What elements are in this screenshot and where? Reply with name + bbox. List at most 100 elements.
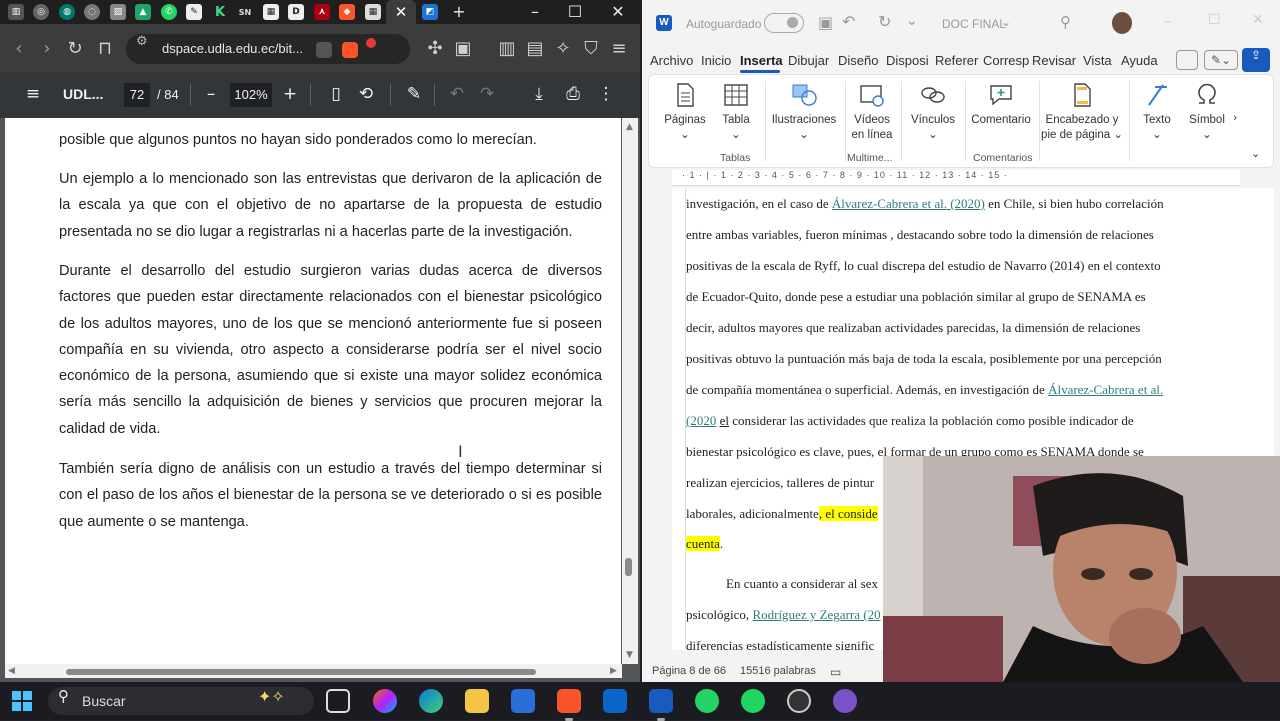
fit-page-icon[interactable]: ▯ xyxy=(325,84,347,104)
edge-icon[interactable] xyxy=(419,689,443,713)
avatar[interactable] xyxy=(1112,12,1132,34)
brave-shields-icon[interactable] xyxy=(342,42,358,58)
tab-archivo[interactable]: Archivo xyxy=(650,53,693,68)
links-button[interactable]: Vínculos ⌄ xyxy=(905,79,961,143)
scroll-right-icon[interactable]: ▶ xyxy=(610,666,617,676)
tab-disposicion[interactable]: Disposi xyxy=(886,53,929,68)
d-tab-icon[interactable]: D xyxy=(288,4,304,20)
sidebar-icon[interactable]: ▥ xyxy=(496,38,518,59)
zoom-in-icon[interactable]: + xyxy=(279,84,301,104)
maximize-icon[interactable]: ☐ xyxy=(565,2,585,21)
drive-tab-icon[interactable]: ▲ xyxy=(135,4,151,20)
bank-tab-icon[interactable]: ▥ xyxy=(8,4,24,20)
store-icon[interactable] xyxy=(511,689,535,713)
table-button[interactable]: Tabla ⌄ xyxy=(711,79,761,143)
address-text[interactable]: dspace.udla.edu.ec/bit... xyxy=(162,41,303,56)
more-options-icon[interactable]: ⋮ xyxy=(595,84,617,104)
proofing-icon[interactable]: ▭ xyxy=(830,665,841,679)
maximize-icon[interactable]: ☐ xyxy=(1208,12,1221,28)
windows-start-icon[interactable] xyxy=(12,691,32,711)
vertical-scroll-thumb[interactable] xyxy=(625,558,632,576)
chevron-down-icon[interactable]: ⌄ xyxy=(1001,15,1011,29)
tab-diseno[interactable]: Diseño xyxy=(838,53,878,68)
header-footer-button[interactable]: Encabezado y pie de página ⌄ xyxy=(1041,79,1123,143)
undo-icon[interactable]: ↶ xyxy=(842,12,855,31)
copilot-icon[interactable] xyxy=(373,689,397,713)
image-tab-icon[interactable]: ▨ xyxy=(110,4,126,20)
text-button[interactable]: Texto ⌄ xyxy=(1133,79,1181,143)
online-videos-button[interactable]: Vídeos en línea xyxy=(847,79,897,143)
globe-tab-icon[interactable]: ◎ xyxy=(33,4,49,20)
reload-icon[interactable]: ↻ xyxy=(64,38,86,59)
scroll-down-icon[interactable]: ▼ xyxy=(626,650,633,660)
taskbar-search[interactable]: ⚲ Buscar ✦✧ xyxy=(48,687,314,715)
close-tab-icon[interactable]: ✕ xyxy=(386,0,416,24)
scroll-up-icon[interactable]: ▲ xyxy=(626,122,633,132)
forward-icon[interactable]: › xyxy=(36,38,58,59)
page-number-input[interactable]: 72 xyxy=(124,83,150,107)
zoom-out-icon[interactable]: – xyxy=(200,84,222,104)
web-tab-icon[interactable]: ◍ xyxy=(59,4,75,20)
vertical-scrollbar[interactable] xyxy=(622,118,638,664)
redo-icon[interactable]: ↻ xyxy=(878,12,891,31)
spotify-icon[interactable] xyxy=(741,689,765,713)
pdf-viewport[interactable]: posible que algunos puntos no hayan sido… xyxy=(0,118,640,682)
comment-button[interactable]: Comentario xyxy=(967,79,1035,128)
outlook-icon[interactable] xyxy=(603,689,627,713)
kahoot-tab-icon[interactable]: K xyxy=(212,4,228,20)
file-explorer-icon[interactable] xyxy=(465,689,489,713)
rotate-icon[interactable]: ⟲ xyxy=(355,84,377,104)
word-icon[interactable] xyxy=(649,689,673,721)
share-button[interactable]: ⇪ xyxy=(1242,48,1270,72)
wallet-icon[interactable]: ▤ xyxy=(524,38,546,59)
undo-icon[interactable]: ↶ xyxy=(446,84,468,104)
leo-ai-icon[interactable]: ✧ xyxy=(552,38,574,59)
ribbon-more-icon[interactable]: › xyxy=(1233,111,1237,124)
autosave-toggle[interactable] xyxy=(764,13,804,33)
tab-ayuda[interactable]: Ayuda xyxy=(1121,53,1158,68)
menu-icon[interactable]: ≡ xyxy=(608,38,630,59)
puzzle-extensions-icon[interactable]: ✣ xyxy=(424,38,446,59)
back-icon[interactable]: ‹ xyxy=(8,38,30,59)
minimize-icon[interactable]: – xyxy=(1164,12,1172,30)
save-icon[interactable]: ▣ xyxy=(818,13,833,32)
whatsapp-tab-icon[interactable]: ✆ xyxy=(161,4,177,20)
brave-tab-icon[interactable]: ◆ xyxy=(339,4,355,20)
new-tab-icon[interactable]: + xyxy=(449,2,469,21)
address-bar[interactable]: ⚙ dspace.udla.edu.ec/bit... xyxy=(126,34,410,64)
ribbon-collapse-icon[interactable]: ⌄ xyxy=(1251,147,1260,160)
sn-tab-icon[interactable]: SN xyxy=(237,4,253,20)
tab-revisar[interactable]: Revisar xyxy=(1032,53,1076,68)
doc-tab-icon[interactable]: ✎ xyxy=(186,4,202,20)
editing-mode-button[interactable]: ✎⌄ xyxy=(1204,50,1238,70)
extension-icon[interactable] xyxy=(316,42,332,58)
illustrations-button[interactable]: Ilustraciones ⌄ xyxy=(767,79,841,143)
obs-icon[interactable] xyxy=(787,689,811,713)
citation-link[interactable]: Álvarez-Cabrera et al. xyxy=(1048,382,1163,397)
citation-link[interactable]: Rodríguez y Zegarra (20 xyxy=(752,607,880,622)
task-view-icon[interactable] xyxy=(326,689,350,713)
grid-tab-icon[interactable]: ▦ xyxy=(365,4,381,20)
annotate-icon[interactable]: ✎ xyxy=(403,84,425,104)
horizontal-scroll-thumb[interactable] xyxy=(66,669,536,675)
tab-correspondencia[interactable]: Corresp xyxy=(983,53,1029,68)
download-icon[interactable]: ⤓ xyxy=(528,84,550,104)
doc-tab-icon[interactable]: ◩ xyxy=(422,4,438,20)
search-icon[interactable]: ⚲ xyxy=(1060,13,1071,31)
zoom-input[interactable]: 102% xyxy=(230,83,272,107)
word-count-status[interactable]: 15516 palabras xyxy=(740,665,816,677)
tab-referencias[interactable]: Referer xyxy=(935,53,978,68)
print-icon[interactable]: ⎙ xyxy=(562,84,584,104)
scroll-left-icon[interactable]: ◀ xyxy=(8,666,15,676)
vertical-ruler[interactable] xyxy=(672,188,686,650)
comments-button[interactable] xyxy=(1176,50,1198,70)
tab-search-icon[interactable]: ▣ xyxy=(452,38,474,59)
globe-tab-icon[interactable]: ◌ xyxy=(84,4,100,20)
tab-insertar[interactable]: Inserta xyxy=(740,53,783,68)
close-window-icon[interactable]: ✕ xyxy=(608,2,628,21)
bookmark-icon[interactable]: ⊓ xyxy=(94,38,116,59)
customize-icon[interactable]: ⌄ xyxy=(906,13,918,29)
document-title[interactable]: DOC FINAL xyxy=(942,17,1006,31)
pdf-menu-icon[interactable]: ≡ xyxy=(22,84,44,104)
tab-vista[interactable]: Vista xyxy=(1083,53,1112,68)
